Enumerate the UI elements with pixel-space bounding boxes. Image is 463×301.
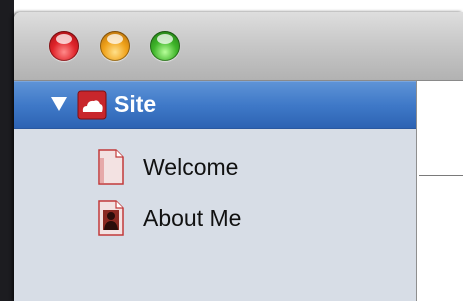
sidebar-item-label: Welcome (143, 154, 239, 180)
sidebar-item-label: Site (114, 91, 157, 117)
sidebar-item-site[interactable]: Site (14, 81, 416, 129)
zoom-button[interactable] (150, 31, 180, 61)
sidebar: Site Welcome About Me (14, 81, 417, 301)
site-cloud-icon (77, 90, 107, 120)
profile-page-icon (98, 200, 124, 236)
sidebar-item-welcome[interactable]: Welcome (14, 149, 416, 197)
app-window: Site Welcome About Me (14, 12, 463, 301)
title-bar[interactable] (14, 12, 463, 81)
content-divider (419, 175, 463, 176)
disclosure-triangle-icon[interactable] (51, 97, 67, 111)
close-button[interactable] (49, 31, 79, 61)
desktop-edge (0, 0, 14, 301)
minimize-button[interactable] (100, 31, 130, 61)
sidebar-item-label: About Me (143, 205, 242, 231)
page-icon (98, 149, 124, 185)
sidebar-item-about-me[interactable]: About Me (14, 200, 416, 248)
